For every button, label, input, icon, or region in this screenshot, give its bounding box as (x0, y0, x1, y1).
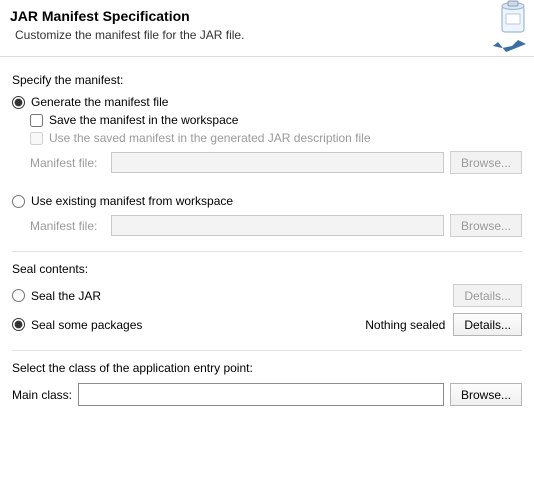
generate-manifest-file-input (111, 152, 444, 173)
generate-manifest-radio[interactable] (12, 96, 25, 109)
seal-some-label: Seal some packages (31, 318, 142, 332)
wizard-header: JAR Manifest Specification Customize the… (0, 0, 534, 57)
save-manifest-checkbox[interactable] (30, 114, 43, 127)
existing-manifest-file-input (111, 215, 444, 236)
seal-contents-label: Seal contents: (12, 262, 522, 276)
seal-some-details-button[interactable]: Details... (453, 313, 522, 336)
entry-point-label: Select the class of the application entr… (12, 361, 522, 375)
main-class-input[interactable] (78, 383, 444, 406)
seal-jar-radio[interactable] (12, 289, 25, 302)
reuse-manifest-checkbox (30, 132, 43, 145)
jar-banner-icon (468, 0, 528, 54)
main-class-browse-button[interactable]: Browse... (450, 383, 522, 406)
existing-manifest-label: Use existing manifest from workspace (31, 194, 233, 208)
seal-some-status: Nothing sealed (365, 318, 445, 332)
separator-1 (12, 251, 522, 252)
save-manifest-label: Save the manifest in the workspace (49, 113, 238, 127)
seal-jar-label: Seal the JAR (31, 289, 101, 303)
generate-manifest-label: Generate the manifest file (31, 95, 168, 109)
seal-some-radio[interactable] (12, 318, 25, 331)
generate-manifest-file-label: Manifest file: (30, 156, 105, 170)
separator-2 (12, 350, 522, 351)
existing-manifest-radio[interactable] (12, 195, 25, 208)
reuse-manifest-label: Use the saved manifest in the generated … (49, 131, 371, 145)
specify-manifest-label: Specify the manifest: (12, 73, 522, 87)
seal-jar-details-button: Details... (453, 284, 522, 307)
existing-manifest-file-label: Manifest file: (30, 219, 105, 233)
page-subtitle: Customize the manifest file for the JAR … (15, 28, 524, 42)
generate-manifest-browse-button: Browse... (450, 151, 522, 174)
existing-manifest-browse-button: Browse... (450, 214, 522, 237)
page-title: JAR Manifest Specification (10, 8, 524, 24)
main-class-label: Main class: (12, 388, 72, 402)
